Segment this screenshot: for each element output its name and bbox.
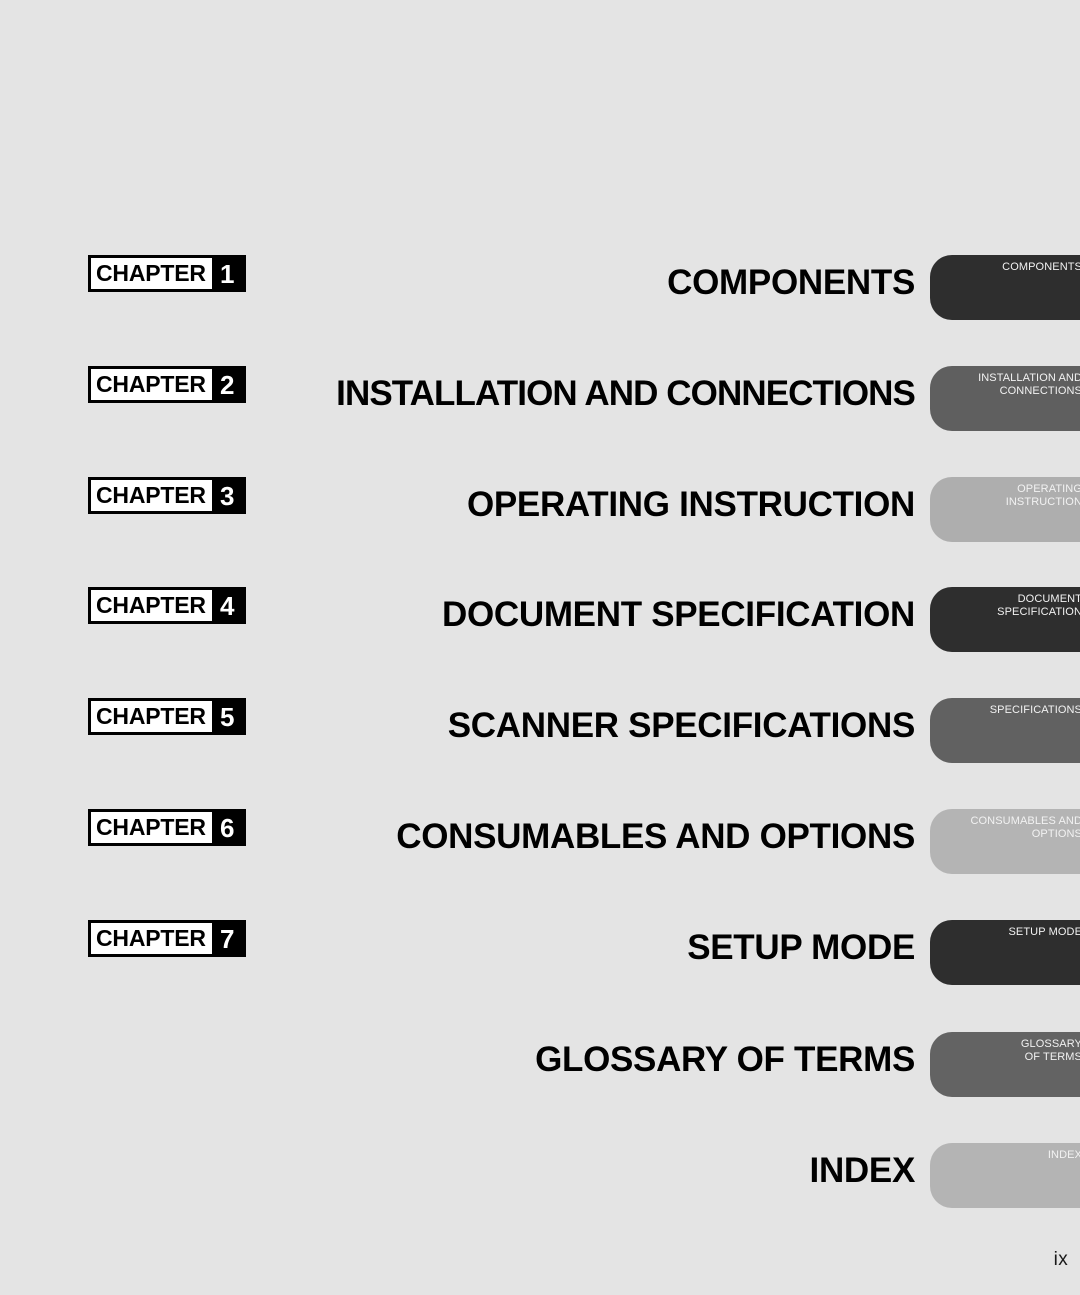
chapter-heading: GLOSSARY OF TERMS [535,1040,915,1079]
section-tab-label: SETUP MODE [1008,926,1080,938]
chapter-heading: SETUP MODE [687,928,915,967]
chapter-row: CHAPTER 4 DOCUMENT SPECIFICATION DOCUMENT S… [0,587,1080,653]
chapter-heading: CONSUMABLES AND OPTIONS [396,817,915,856]
section-tab[interactable]: OPERATING INSTRUCTION [930,477,1080,542]
section-tab-label: COMPONENTS [1002,261,1080,273]
section-tab[interactable]: INSTALLATION AND CONNECTIONS [930,366,1080,431]
section-tab-label: SPECIFICATIONS [989,704,1080,716]
chapter-heading: DOCUMENT SPECIFICATION [441,595,915,634]
section-tab-label: DOCUMENT SPECIFICATION [997,593,1080,618]
page-root: CHAPTER 1 COMPONENTS COMPONENTS CHAPTER 2 INST… [0,0,1080,1295]
section-tab-label: GLOSSARY OF TERMS [1020,1038,1080,1063]
chapter-heading: INDEX [809,1151,916,1190]
chapter-heading: OPERATING INSTRUCTION [466,485,915,524]
section-tab[interactable]: COMPONENTS [930,255,1080,320]
section-tab[interactable]: GLOSSARY OF TERMS [930,1032,1080,1097]
section-tab[interactable]: DOCUMENT SPECIFICATION [930,587,1080,652]
page-number: ix [1053,1249,1068,1270]
chapter-row: CHAPTER 6 CONSUMABLES AND OPTIONS CONSUMABL… [0,809,1080,875]
section-tab-label: INDEX [1047,1149,1080,1161]
section-tab[interactable]: INDEX [930,1143,1080,1208]
section-tab-label: INSTALLATION AND CONNECTIONS [978,372,1080,397]
section-tab-label: OPERATING INSTRUCTION [1005,483,1080,508]
section-tab[interactable]: SPECIFICATIONS [930,698,1080,763]
chapter-heading: COMPONENTS [667,263,915,302]
chapter-row: CHAPTER 7 SETUP MODE SETUP MODE [0,920,1080,986]
section-tab[interactable]: CONSUMABLES AND OPTIONS [930,809,1080,874]
section-tab[interactable]: SETUP MODE [930,920,1080,985]
chapter-row: CHAPTER 2 INSTALLATION AND CONNECTIONS INST… [0,366,1080,432]
chapter-heading: SCANNER SPECIFICATIONS [447,706,916,745]
chapter-row: CHAPTERGLOSSARY OF TERMSGLOSSARY OF TERM… [0,1032,1080,1098]
chapter-row: CHAPTERINDEXINDEX [0,1143,1080,1209]
chapter-row: CHAPTER 1 COMPONENTS COMPONENTS [0,255,1080,321]
chapter-row: CHAPTER 5 SCANNER SPECIFICATIONS SPECIFICAT… [0,698,1080,764]
chapter-row: CHAPTER 3 OPERATING INSTRUCTION OPERATING I… [0,477,1080,543]
section-tab-label: CONSUMABLES AND OPTIONS [970,815,1080,840]
chapter-heading: INSTALLATION AND CONNECTIONS [336,374,916,413]
